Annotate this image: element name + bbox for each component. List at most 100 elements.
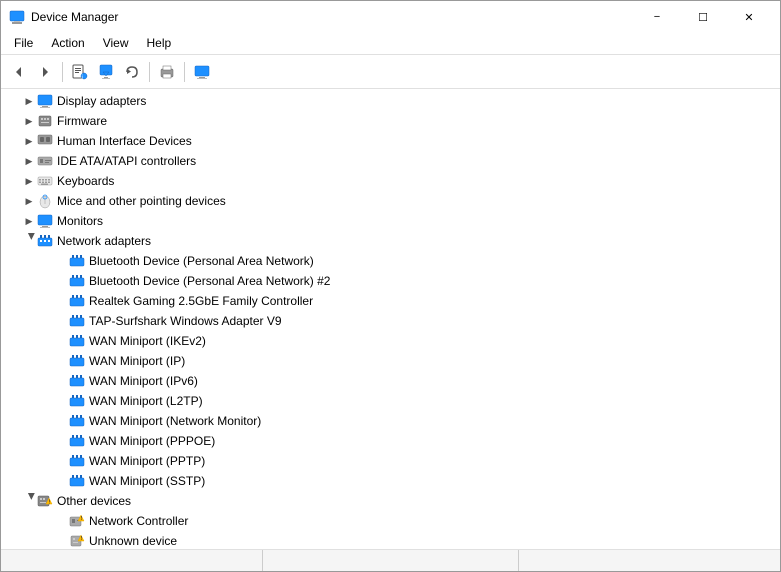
hid-label: Human Interface Devices — [57, 134, 192, 148]
toolbar-separator-2 — [149, 62, 150, 82]
network-adapters-icon — [37, 233, 53, 249]
rollback-button[interactable] — [120, 60, 144, 84]
menu-action[interactable]: Action — [42, 33, 93, 53]
tree-item-display-adapters[interactable]: ▶ Display adapters — [1, 91, 780, 111]
ide-label: IDE ATA/ATAPI controllers — [57, 154, 196, 168]
expand-display-adapters[interactable]: ▶ — [21, 93, 37, 109]
wan-l2tp-label: WAN Miniport (L2TP) — [89, 394, 203, 408]
maximize-button[interactable]: ☐ — [680, 5, 726, 29]
wan-ip-icon — [69, 353, 85, 369]
display-adapters-icon — [37, 93, 53, 109]
keyboards-icon — [37, 173, 53, 189]
expand-network-adapters[interactable]: ▶ — [21, 233, 37, 249]
tree-item-mice[interactable]: ▶ Mice and other pointing devices — [1, 191, 780, 211]
unknown-device-icon: ! — [69, 533, 85, 549]
mice-icon — [37, 193, 53, 209]
tap-label: TAP-Surfshark Windows Adapter V9 — [89, 314, 282, 328]
toolbar-separator-3 — [184, 62, 185, 82]
tree-item-bluetooth1[interactable]: Bluetooth Device (Personal Area Network) — [1, 251, 780, 271]
ide-icon — [37, 153, 53, 169]
wan-l2tp-icon — [69, 393, 85, 409]
tree-item-unknown-device[interactable]: ! Unknown device — [1, 531, 780, 549]
device-tree[interactable]: ▶ Display adapters ▶ Firmware ▶ Human In… — [1, 89, 780, 549]
menu-view[interactable]: View — [94, 33, 138, 53]
expand-firmware[interactable]: ▶ — [21, 113, 37, 129]
expand-ide[interactable]: ▶ — [21, 153, 37, 169]
tree-item-tap[interactable]: TAP-Surfshark Windows Adapter V9 — [1, 311, 780, 331]
bluetooth2-icon — [69, 273, 85, 289]
tree-item-realtek[interactable]: Realtek Gaming 2.5GbE Family Controller — [1, 291, 780, 311]
menu-file[interactable]: File — [5, 33, 42, 53]
tree-item-ide[interactable]: ▶ IDE ATA/ATAPI controllers — [1, 151, 780, 171]
display-adapters-label: Display adapters — [57, 94, 146, 108]
tree-item-wan-ipv6[interactable]: WAN Miniport (IPv6) — [1, 371, 780, 391]
toolbar: i — [1, 55, 780, 89]
svg-text:i: i — [82, 75, 83, 80]
status-section-1 — [7, 550, 263, 571]
wan-sstp-label: WAN Miniport (SSTP) — [89, 474, 205, 488]
title-bar-left: Device Manager — [9, 9, 118, 25]
wan-pppoe-label: WAN Miniport (PPPOE) — [89, 434, 215, 448]
bluetooth2-label: Bluetooth Device (Personal Area Network)… — [89, 274, 330, 288]
status-section-3 — [519, 550, 774, 571]
back-button[interactable] — [7, 60, 31, 84]
tree-item-hid[interactable]: ▶ Human Interface Devices — [1, 131, 780, 151]
window-icon — [9, 9, 25, 25]
realtek-label: Realtek Gaming 2.5GbE Family Controller — [89, 294, 313, 308]
network-controller-label: Network Controller — [89, 514, 188, 528]
tree-item-wan-ikev2[interactable]: WAN Miniport (IKEv2) — [1, 331, 780, 351]
status-section-2 — [263, 550, 519, 571]
wan-ikev2-icon — [69, 333, 85, 349]
realtek-icon — [69, 293, 85, 309]
tree-item-other-devices[interactable]: ▶ ! Other devices — [1, 491, 780, 511]
wan-pppoe-icon — [69, 433, 85, 449]
properties-button[interactable]: i — [68, 60, 92, 84]
other-devices-icon: ! — [37, 493, 53, 509]
status-bar — [1, 549, 780, 571]
wan-pptp-icon — [69, 453, 85, 469]
expand-mice[interactable]: ▶ — [21, 193, 37, 209]
other-devices-label: Other devices — [57, 494, 131, 508]
minimize-button[interactable]: − — [634, 5, 680, 29]
computer-view-button[interactable] — [190, 60, 214, 84]
tree-item-network-controller[interactable]: ! Network Controller — [1, 511, 780, 531]
tree-item-bluetooth2[interactable]: Bluetooth Device (Personal Area Network)… — [1, 271, 780, 291]
toolbar-separator-1 — [62, 62, 63, 82]
expand-keyboards[interactable]: ▶ — [21, 173, 37, 189]
tree-item-keyboards[interactable]: ▶ Keyboards — [1, 171, 780, 191]
monitors-icon — [37, 213, 53, 229]
hid-icon — [37, 133, 53, 149]
tree-item-network-adapters[interactable]: ▶ Network adapters — [1, 231, 780, 251]
update-driver-button[interactable] — [94, 60, 118, 84]
close-button[interactable]: ✕ — [726, 5, 772, 29]
tree-item-wan-l2tp[interactable]: WAN Miniport (L2TP) — [1, 391, 780, 411]
print-button[interactable] — [155, 60, 179, 84]
wan-ip-label: WAN Miniport (IP) — [89, 354, 185, 368]
forward-button[interactable] — [33, 60, 57, 84]
expand-other-devices[interactable]: ▶ — [21, 493, 37, 509]
tree-item-wan-pppoe[interactable]: WAN Miniport (PPPOE) — [1, 431, 780, 451]
tree-item-wan-netmon[interactable]: WAN Miniport (Network Monitor) — [1, 411, 780, 431]
keyboards-label: Keyboards — [57, 174, 114, 188]
tree-item-wan-pptp[interactable]: WAN Miniport (PPTP) — [1, 451, 780, 471]
unknown-device-label: Unknown device — [89, 534, 177, 548]
title-bar: Device Manager − ☐ ✕ — [1, 1, 780, 31]
network-adapters-label: Network adapters — [57, 234, 151, 248]
firmware-icon — [37, 113, 53, 129]
mice-label: Mice and other pointing devices — [57, 194, 226, 208]
expand-monitors[interactable]: ▶ — [21, 213, 37, 229]
tap-icon — [69, 313, 85, 329]
bluetooth1-label: Bluetooth Device (Personal Area Network) — [89, 254, 314, 268]
wan-ipv6-icon — [69, 373, 85, 389]
device-manager-window: Device Manager − ☐ ✕ File Action View He… — [0, 0, 781, 572]
tree-item-wan-sstp[interactable]: WAN Miniport (SSTP) — [1, 471, 780, 491]
expand-hid[interactable]: ▶ — [21, 133, 37, 149]
menu-bar: File Action View Help — [1, 31, 780, 55]
tree-item-firmware[interactable]: ▶ Firmware — [1, 111, 780, 131]
wan-netmon-label: WAN Miniport (Network Monitor) — [89, 414, 261, 428]
tree-item-monitors[interactable]: ▶ Monitors — [1, 211, 780, 231]
window-title: Device Manager — [31, 10, 118, 24]
bluetooth1-icon — [69, 253, 85, 269]
menu-help[interactable]: Help — [138, 33, 181, 53]
tree-item-wan-ip[interactable]: WAN Miniport (IP) — [1, 351, 780, 371]
